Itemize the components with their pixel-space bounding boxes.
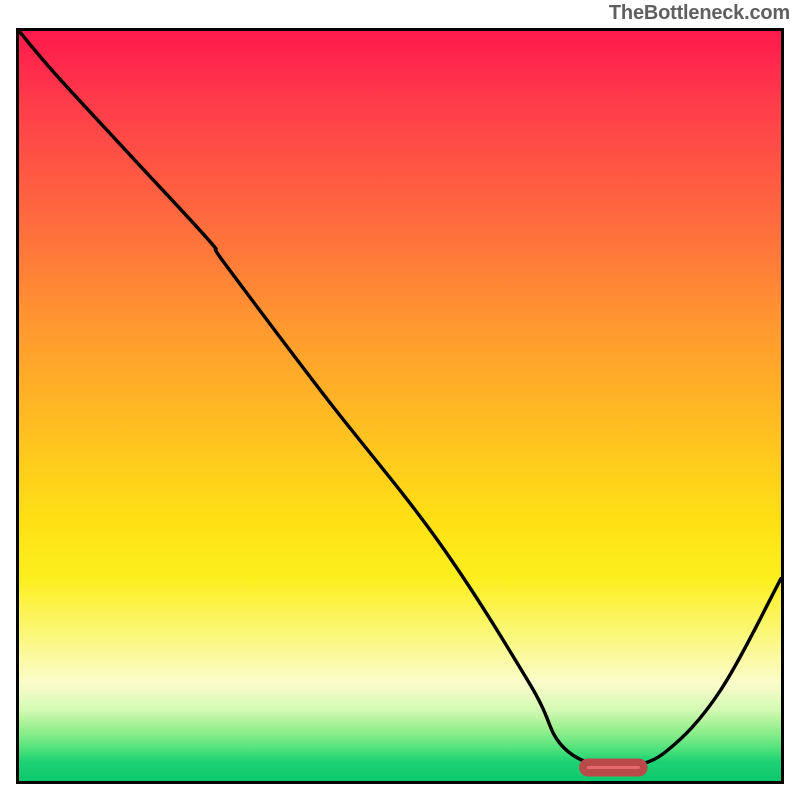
- chart-container: TheBottleneck.com: [0, 0, 800, 800]
- optimum-marker: [583, 762, 644, 773]
- plot-area: [16, 28, 784, 784]
- watermark-label: TheBottleneck.com: [609, 2, 790, 25]
- curve-layer: [19, 31, 781, 781]
- bottleneck-curve: [19, 31, 781, 769]
